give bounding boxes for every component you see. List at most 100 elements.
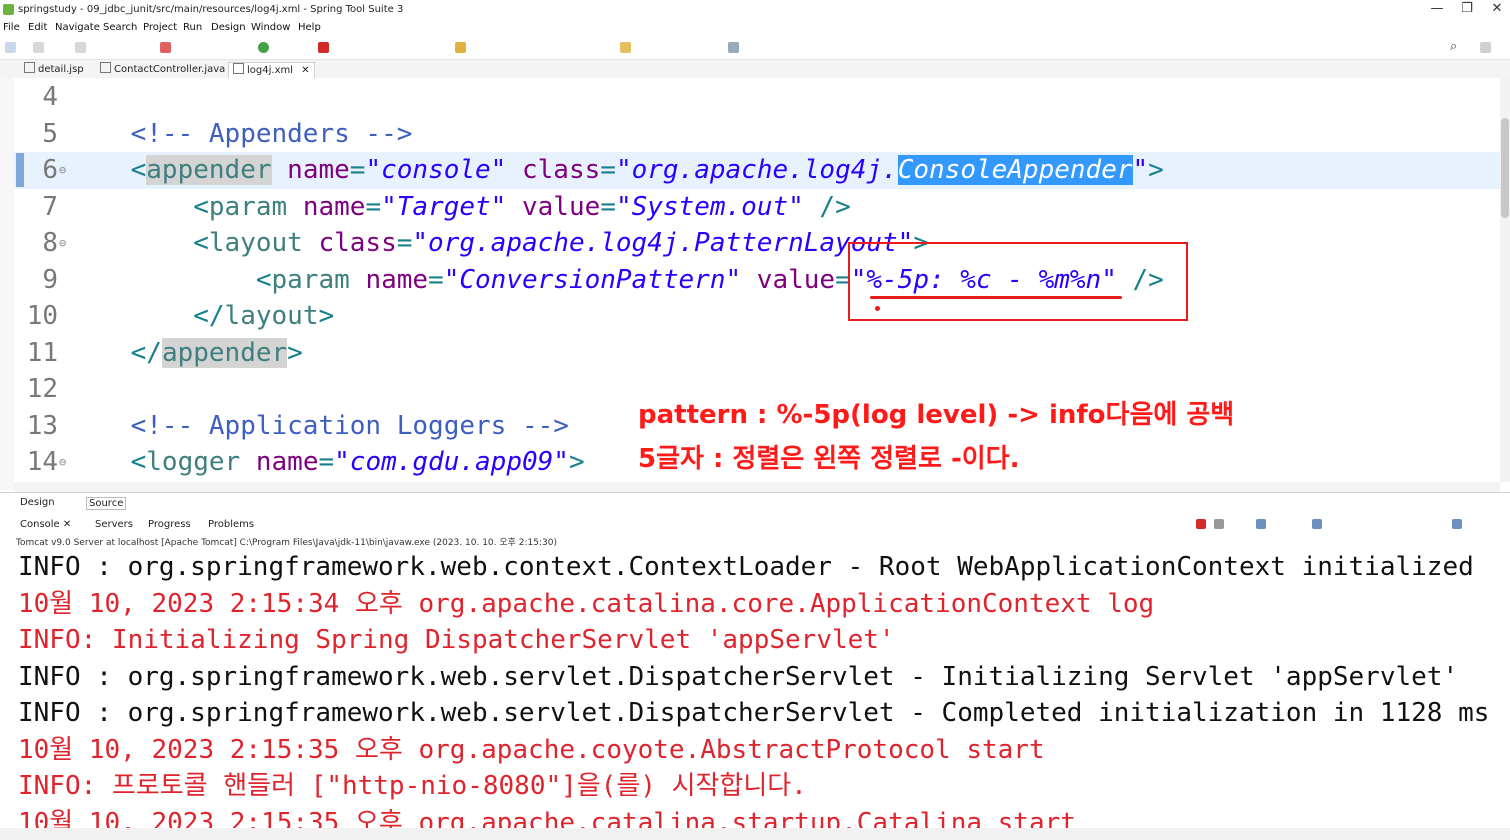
close-console-icon[interactable]: ✕ [63, 519, 71, 530]
underline-annotation [870, 296, 1122, 299]
tab-log4j-xml[interactable]: log4j.xml ✕ [228, 62, 315, 78]
menu-edit[interactable]: Edit [28, 22, 47, 33]
fold-toggle-icon[interactable]: ⊖ [59, 225, 66, 262]
design-source-tabs: Design Source [0, 492, 1510, 512]
equals-sign: = [365, 191, 382, 222]
xml-comment: <!-- Application Loggers --> [130, 410, 569, 441]
editor-vertical-scrollbar[interactable] [1500, 78, 1510, 482]
minimize-button[interactable]: — [1422, 1, 1452, 16]
equals-sign: = [600, 191, 616, 222]
tab-label: ContactController.java [114, 64, 226, 75]
menu-file[interactable]: File [3, 22, 20, 33]
menu-window[interactable]: Window [251, 22, 290, 33]
tab-label: detail.jsp [38, 64, 84, 75]
open-perspective-icon[interactable] [728, 42, 739, 53]
xml-element: layout [224, 301, 319, 331]
tab-progress[interactable]: Progress [148, 519, 191, 530]
close-tab-icon[interactable]: ✕ [301, 65, 309, 76]
console-settings-icon[interactable] [1452, 519, 1462, 529]
navigate-back-icon[interactable] [620, 42, 631, 53]
title-bar: springstudy - 09_jdbc_junit/src/main/res… [0, 0, 1510, 20]
tag-bracket: < [130, 155, 147, 185]
tag-bracket: </ [193, 301, 225, 331]
scroll-lock-icon[interactable] [1256, 519, 1266, 529]
code-line[interactable]: 11 </appender> [14, 335, 1500, 372]
code-line[interactable]: 5 <!-- Appenders --> [14, 116, 1500, 153]
jsp-file-icon [24, 62, 35, 73]
tab-console[interactable]: Console ✕ [20, 519, 71, 530]
code-line[interactable]: 9 <param name="ConversionPattern" value=… [14, 262, 1500, 299]
code-text: <param name="Target" value="System.out" … [68, 189, 851, 226]
perspective-icon[interactable] [1480, 42, 1491, 53]
close-window-button[interactable]: ✕ [1482, 1, 1510, 16]
editor-horizontal-scrollbar[interactable] [14, 482, 1500, 492]
tab-servers[interactable]: Servers [95, 519, 133, 530]
console-line: INFO : org.springframework.web.servlet.D… [18, 698, 1490, 728]
code-line[interactable]: 4 [14, 79, 1500, 116]
tag-bracket: > [318, 301, 335, 331]
main-toolbar: ⌕ [0, 37, 1510, 60]
tab-source[interactable]: Source [86, 497, 127, 510]
new-icon[interactable] [5, 42, 16, 53]
code-line[interactable]: 10 </layout> [14, 298, 1500, 335]
remove-launch-icon[interactable] [1214, 519, 1224, 529]
menu-run[interactable]: Run [183, 22, 202, 33]
code-text: <layout class="org.apache.log4j.PatternL… [68, 225, 929, 262]
console-horizontal-scrollbar[interactable] [0, 828, 1510, 840]
line-number: 10 [26, 301, 58, 331]
save-icon[interactable] [33, 42, 44, 53]
code-text: <appender name="console" class="org.apac… [68, 152, 1164, 189]
equals-sign: = [600, 155, 616, 185]
console-tab-bar: Console ✕ Servers Progress Problems [0, 515, 1510, 534]
code-line[interactable]: 8 ⊖ <layout class="org.apache.log4j.Patte… [14, 225, 1500, 262]
open-folder-icon[interactable] [455, 42, 466, 53]
selected-text: ConsoleAppender [897, 155, 1133, 185]
xml-value: "ConversionPattern" [443, 264, 742, 295]
maximize-button[interactable]: ❐ [1452, 1, 1482, 16]
code-line[interactable]: 6 ⊖ <appender name="console" class="org.a… [14, 152, 1500, 189]
xml-value: "Target" [381, 191, 507, 222]
search-icon[interactable]: ⌕ [1450, 39, 1457, 54]
code-text: </appender> [68, 335, 303, 372]
menu-search[interactable]: Search [103, 22, 137, 33]
tag-bracket: < [130, 447, 147, 477]
tab-problems[interactable]: Problems [208, 519, 254, 530]
pin-console-icon[interactable] [1312, 519, 1322, 529]
console-output[interactable]: INFO : org.springframework.web.context.C… [0, 548, 1510, 840]
menu-project[interactable]: Project [143, 22, 177, 33]
menu-help[interactable]: Help [298, 22, 321, 33]
code-text: <!-- Appenders --> [68, 116, 413, 153]
xml-attribute: value [756, 264, 836, 295]
run-icon[interactable] [258, 42, 269, 53]
xml-element: appender [161, 337, 288, 368]
fold-toggle-icon[interactable]: ⊖ [59, 152, 66, 189]
annotation-text-2: 5글자 : 정렬은 왼쪽 정렬로 -이다. [638, 444, 1020, 474]
stop-icon[interactable] [318, 42, 329, 53]
spring-tool-suite-icon [3, 4, 14, 15]
line-number: 9 [42, 264, 58, 295]
menu-navigate[interactable]: Navigate [55, 22, 100, 33]
xml-element: param [271, 264, 350, 295]
tag-bracket: > [1148, 155, 1164, 185]
line-number: 5 [42, 118, 58, 149]
console-line: 10월 10, 2023 2:15:35 오후 org.apache.coyot… [18, 734, 1045, 765]
equals-sign: = [349, 155, 366, 185]
print-icon[interactable] [75, 42, 86, 53]
window-title: springstudy - 09_jdbc_junit/src/main/res… [18, 4, 404, 15]
debug-icon[interactable] [160, 42, 171, 53]
line-number: 13 [26, 410, 58, 441]
tab-label: Console [20, 519, 60, 530]
console-line: 10월 10, 2023 2:15:34 오후 org.apache.catal… [18, 588, 1155, 619]
menu-design[interactable]: Design [211, 22, 246, 33]
equals-sign: = [396, 228, 413, 258]
line-number: 4 [42, 82, 58, 112]
tab-design[interactable]: Design [20, 497, 55, 508]
code-line[interactable]: 7 <param name="Target" value="System.out… [14, 189, 1500, 226]
fold-toggle-icon[interactable]: ⊖ [59, 444, 66, 481]
terminate-icon[interactable] [1196, 519, 1206, 529]
tab-detail-jsp[interactable]: detail.jsp [20, 62, 88, 77]
scrollbar-thumb[interactable] [1501, 118, 1509, 218]
tag-bracket: < [193, 191, 209, 222]
tab-contact-controller[interactable]: ContactController.java [96, 62, 229, 77]
tag-bracket: /> [803, 191, 851, 222]
